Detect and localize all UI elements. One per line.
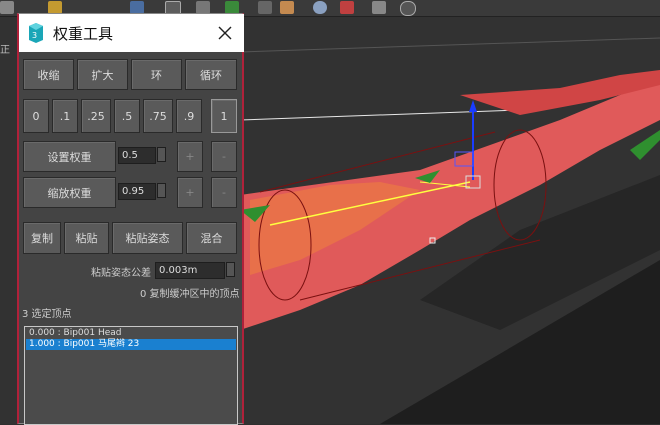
- viewport-label[interactable]: 正: [0, 41, 10, 56]
- paste-button[interactable]: 粘贴: [64, 222, 109, 254]
- preset-01-button[interactable]: .1: [52, 99, 78, 133]
- preset-025-button[interactable]: .25: [81, 99, 111, 133]
- toolbar-icon[interactable]: [0, 1, 14, 14]
- preset-05-button[interactable]: .5: [114, 99, 140, 133]
- dialog-titlebar[interactable]: 3 权重工具: [19, 14, 244, 52]
- blend-button[interactable]: 混合: [186, 222, 237, 254]
- toolbar-icon[interactable]: [400, 1, 416, 16]
- shrink-button[interactable]: 收缩: [23, 59, 74, 90]
- selected-vertices-count: 3 选定顶点: [22, 309, 72, 320]
- app-logo-icon: 3: [29, 23, 43, 43]
- svg-text:3: 3: [32, 31, 37, 40]
- toolbar-icon[interactable]: [313, 1, 327, 14]
- preset-075-button[interactable]: .75: [143, 99, 173, 133]
- buffer-status-text: 0 复制缓冲区中的顶点: [140, 289, 240, 300]
- grow-button[interactable]: 扩大: [77, 59, 128, 90]
- toolbar-icon[interactable]: [280, 1, 294, 14]
- set-weight-field[interactable]: 0.5: [118, 147, 156, 164]
- tolerance-field[interactable]: 0.003m: [155, 262, 225, 279]
- scale-weight-button[interactable]: 缩放权重: [23, 177, 116, 208]
- scale-weight-minus-button[interactable]: -: [211, 177, 237, 208]
- copy-button[interactable]: 复制: [23, 222, 61, 254]
- tolerance-label: 粘贴姿态公差: [91, 268, 151, 279]
- scale-weight-plus-button[interactable]: +: [177, 177, 203, 208]
- dialog-title: 权重工具: [53, 25, 114, 43]
- ring-button[interactable]: 环: [131, 59, 182, 90]
- close-icon[interactable]: [216, 24, 234, 42]
- toolbar-icon[interactable]: [372, 1, 386, 14]
- weight-tool-dialog: 3 权重工具 收缩 扩大 环 循环 0 .1 .25 .5 .75 .9 1 设…: [17, 13, 244, 425]
- paste-position-button[interactable]: 粘贴姿态: [112, 222, 183, 254]
- scale-weight-spinner[interactable]: [157, 183, 166, 198]
- toolbar-icon[interactable]: [340, 1, 354, 14]
- vertex-weight-list[interactable]: 0.000 : Bip001 Head 1.000 : Bip001 马尾辫 2…: [24, 326, 238, 425]
- set-weight-spinner[interactable]: [157, 147, 166, 162]
- set-weight-button[interactable]: 设置权重: [23, 141, 116, 172]
- preset-09-button[interactable]: .9: [176, 99, 202, 133]
- list-item-selected[interactable]: 1.000 : Bip001 马尾辫 23: [26, 339, 236, 350]
- tolerance-spinner[interactable]: [226, 262, 235, 277]
- preset-0-button[interactable]: 0: [23, 99, 49, 133]
- set-weight-minus-button[interactable]: -: [211, 141, 237, 172]
- toolbar-icon[interactable]: [258, 1, 272, 14]
- list-item[interactable]: 0.000 : Bip001 Head: [26, 328, 236, 339]
- loop-button[interactable]: 循环: [185, 59, 237, 90]
- scale-weight-field[interactable]: 0.95: [118, 183, 156, 200]
- preset-1-button[interactable]: 1: [211, 99, 237, 133]
- set-weight-plus-button[interactable]: +: [177, 141, 203, 172]
